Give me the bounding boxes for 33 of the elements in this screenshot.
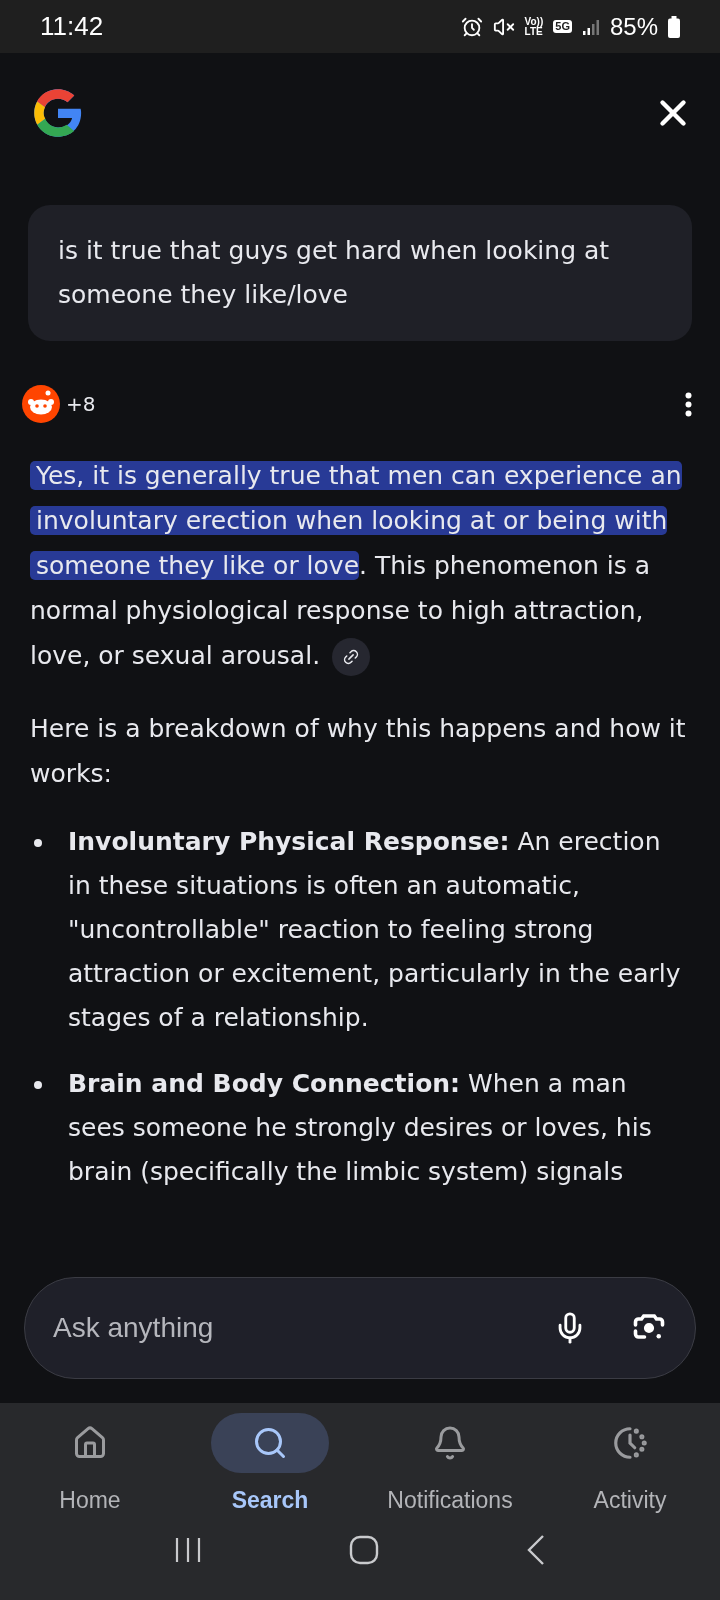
nav-tab[interactable]: Search	[180, 1413, 360, 1518]
volte-label: Vo))	[524, 16, 544, 27]
nav-tab[interactable]: Home	[0, 1413, 180, 1518]
clock-time: 11:42	[40, 10, 104, 43]
battery-percent: 85%	[609, 11, 658, 42]
reddit-icon	[22, 385, 60, 423]
ask-input[interactable]: Ask anything	[53, 1307, 553, 1349]
query-bubble: is it true that guys get hard when looking at someone they like/love	[28, 205, 692, 341]
bell-icon	[432, 1425, 468, 1461]
network-label: 5G	[553, 20, 572, 33]
source-count: +8	[66, 391, 96, 418]
nav-tab[interactable]: Notifications	[360, 1413, 540, 1518]
home-icon	[72, 1425, 108, 1461]
bullet-text: Involuntary Physical Response: An erection in these situations is often an automatic, "uncontrollable" reaction to feeling strong attraction or excitement, particularly in the early stages of a relationship.	[68, 826, 682, 1034]
clock-icon	[611, 1424, 649, 1462]
ask-field[interactable]: Ask anything	[24, 1277, 696, 1379]
bullet-icon	[34, 1081, 42, 1089]
volte-label: LTE	[524, 26, 544, 37]
bullet-text: Brain and Body Connection: When a man sees someone he strongly desires or loves, his brain (specifically the limbic system) signals	[68, 1068, 653, 1188]
more-options-icon	[685, 391, 692, 417]
battery-icon	[668, 15, 680, 38]
more-options-button[interactable]	[685, 391, 692, 417]
alarm-icon	[460, 15, 483, 38]
signal-icon	[581, 17, 600, 36]
answer-paragraph: Yes, it is generally true that men can experience an involuntary erection when looking at or being with someone they like or love. This phenomenon is a normal physiological response to high attraction, love, or sexual arousal.	[0, 453, 720, 678]
bullet-icon	[34, 839, 42, 847]
back-icon[interactable]	[526, 1534, 547, 1566]
home-button-icon[interactable]	[349, 1535, 379, 1565]
search-icon	[252, 1425, 288, 1461]
link-button[interactable]	[332, 638, 371, 676]
recent-apps-icon[interactable]	[173, 1536, 202, 1564]
nav-tab[interactable]: Activity	[540, 1413, 720, 1518]
intro-text: Here is a breakdown of why this happens and how it works:	[29, 713, 687, 790]
